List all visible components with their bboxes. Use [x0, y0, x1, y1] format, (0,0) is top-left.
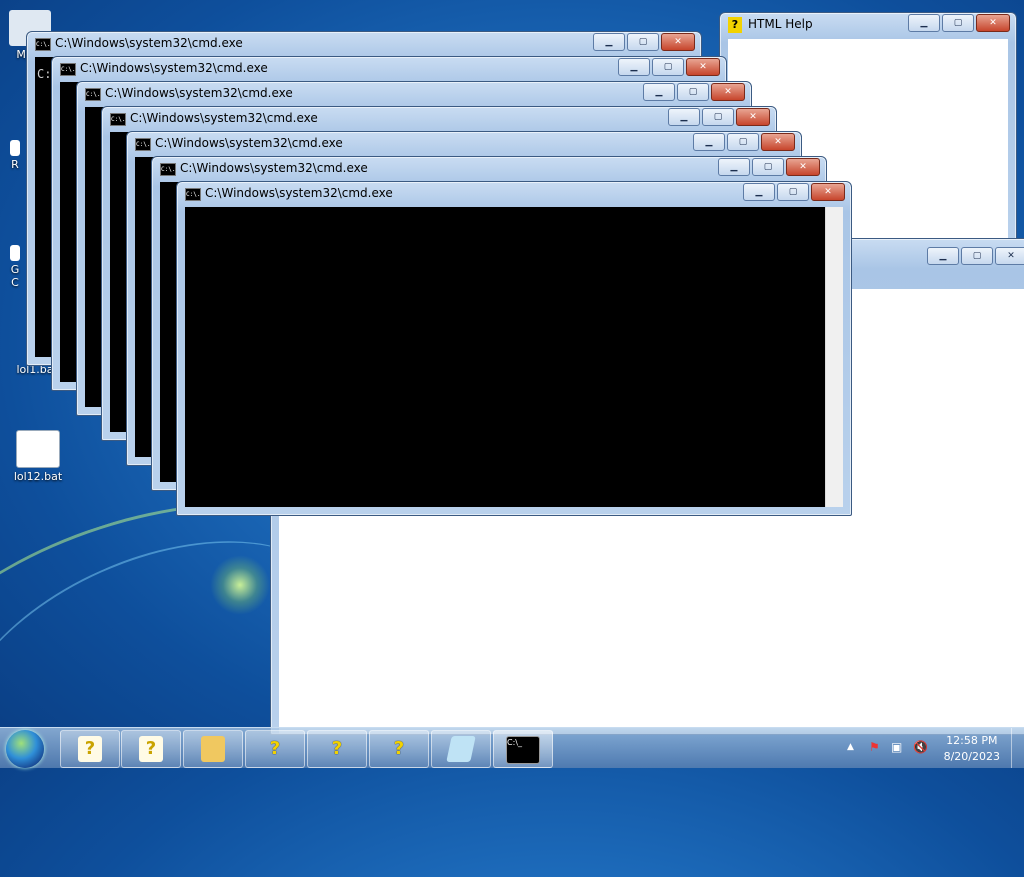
- desktop-icon-label: lol12.bat: [13, 470, 63, 483]
- start-button[interactable]: [6, 730, 44, 768]
- maximize-button[interactable]: ▢: [702, 108, 734, 126]
- window-title: C:\Windows\system32\cmd.exe: [205, 186, 393, 200]
- window-title: C:\Windows\system32\cmd.exe: [80, 61, 268, 75]
- batch-gear-icon: [16, 430, 60, 468]
- taskbar: ? ? ? ? ? C:\_ ▲ ⚑ ▣ 🔇 12:58 PM 8/20/202…: [0, 727, 1024, 768]
- cmd-titlebar[interactable]: C:\. C:\Windows\system32\cmd.exe ▁ ▢ ✕: [127, 132, 801, 156]
- minimize-button[interactable]: ▁: [593, 33, 625, 51]
- help-question-icon: ?: [331, 738, 343, 759]
- close-button[interactable]: ✕: [661, 33, 695, 51]
- wallpaper-glow: [210, 555, 270, 615]
- show-hidden-icons-icon[interactable]: ▲: [847, 742, 854, 752]
- desktop-icon-label: C: [11, 276, 19, 289]
- close-button[interactable]: ✕: [686, 58, 720, 76]
- help-question-icon: ?: [269, 738, 281, 759]
- maximize-button[interactable]: ▢: [627, 33, 659, 51]
- window-title: C:\Windows\system32\cmd.exe: [130, 111, 318, 125]
- desktop-icon-lol12[interactable]: lol12.bat: [8, 430, 68, 483]
- help-icon: ?: [728, 17, 742, 33]
- maximize-button[interactable]: ▢: [961, 247, 993, 265]
- help-file-icon: ?: [139, 736, 163, 762]
- cmd-window-7[interactable]: C:\. C:\Windows\system32\cmd.exe ▁ ▢ ✕: [176, 181, 852, 516]
- network-icon[interactable]: ▣: [891, 740, 902, 754]
- cmd-icon: C:\.: [110, 113, 126, 126]
- minimize-button[interactable]: ▁: [643, 83, 675, 101]
- cmd-icon: C:\.: [185, 188, 201, 201]
- console-prompt: C:: [37, 67, 52, 81]
- taskbar-button[interactable]: [431, 730, 491, 768]
- close-button[interactable]: ✕: [786, 158, 820, 176]
- help-file-icon: ?: [78, 736, 102, 762]
- help-question-icon: ?: [393, 738, 405, 759]
- maximize-button[interactable]: ▢: [752, 158, 784, 176]
- minimize-button[interactable]: ▁: [668, 108, 700, 126]
- close-button[interactable]: ✕: [811, 183, 845, 201]
- minimize-button[interactable]: ▁: [908, 14, 940, 32]
- window-title: C:\Windows\system32\cmd.exe: [55, 36, 243, 50]
- cmd-icon: C:\.: [35, 38, 51, 51]
- show-desktop-button[interactable]: [1011, 728, 1024, 768]
- close-button[interactable]: ✕: [995, 247, 1024, 265]
- clock-time: 12:58 PM: [946, 734, 998, 747]
- minimize-button[interactable]: ▁: [618, 58, 650, 76]
- shortcut-icon: [10, 245, 20, 261]
- window-title: C:\Windows\system32\cmd.exe: [180, 161, 368, 175]
- maximize-button[interactable]: ▢: [777, 183, 809, 201]
- minimize-button[interactable]: ▁: [927, 247, 959, 265]
- html-help-titlebar[interactable]: ? HTML Help ▁ ▢ ✕: [720, 13, 1016, 37]
- close-button[interactable]: ✕: [736, 108, 770, 126]
- cmd-titlebar[interactable]: C:\. C:\Windows\system32\cmd.exe ▁ ▢ ✕: [152, 157, 826, 181]
- action-center-icon[interactable]: ⚑: [869, 740, 880, 754]
- taskbar-button[interactable]: ?: [121, 730, 181, 768]
- desktop-icon-label: G: [10, 263, 20, 276]
- cmd-titlebar[interactable]: C:\. C:\Windows\system32\cmd.exe ▁ ▢ ✕: [52, 57, 726, 81]
- minimize-button[interactable]: ▁: [718, 158, 750, 176]
- cmd-icon: C:\.: [135, 138, 151, 151]
- desktop-icon-label: R: [11, 158, 19, 171]
- close-button[interactable]: ✕: [711, 83, 745, 101]
- taskbar-button[interactable]: [183, 730, 243, 768]
- clock-date: 8/20/2023: [943, 750, 1000, 763]
- file-explorer-icon: [201, 736, 225, 762]
- system-tray: ▲ ⚑ ▣ 🔇 12:58 PM 8/20/2023: [839, 728, 1024, 768]
- cmd-titlebar[interactable]: C:\. C:\Windows\system32\cmd.exe ▁ ▢ ✕: [77, 82, 751, 106]
- cmd-titlebar[interactable]: C:\. C:\Windows\system32\cmd.exe ▁ ▢ ✕: [27, 32, 701, 56]
- cmd-icon: C:\.: [85, 88, 101, 101]
- taskbar-button[interactable]: ?: [307, 730, 367, 768]
- console-area[interactable]: [185, 207, 843, 507]
- close-button[interactable]: ✕: [761, 133, 795, 151]
- taskbar-button[interactable]: ?: [245, 730, 305, 768]
- minimize-button[interactable]: ▁: [743, 183, 775, 201]
- clock[interactable]: 12:58 PM 8/20/2023: [944, 733, 1000, 765]
- notepad-icon: [446, 736, 476, 762]
- cmd-titlebar[interactable]: C:\. C:\Windows\system32\cmd.exe ▁ ▢ ✕: [102, 107, 776, 131]
- taskbar-button-active[interactable]: C:\_: [493, 730, 553, 768]
- maximize-button[interactable]: ▢: [677, 83, 709, 101]
- cmd-titlebar[interactable]: C:\. C:\Windows\system32\cmd.exe ▁ ▢ ✕: [177, 182, 851, 206]
- maximize-button[interactable]: ▢: [727, 133, 759, 151]
- cmd-icon: C:\.: [60, 63, 76, 76]
- close-button[interactable]: ✕: [976, 14, 1010, 32]
- taskbar-button[interactable]: ?: [369, 730, 429, 768]
- window-title: C:\Windows\system32\cmd.exe: [155, 136, 343, 150]
- window-title: C:\Windows\system32\cmd.exe: [105, 86, 293, 100]
- vertical-scrollbar[interactable]: [825, 207, 843, 507]
- window-title: HTML Help: [748, 17, 813, 31]
- minimize-button[interactable]: ▁: [693, 133, 725, 151]
- cmd-icon: C:\_: [506, 736, 540, 764]
- volume-muted-icon[interactable]: 🔇: [913, 740, 928, 754]
- taskbar-button[interactable]: ?: [60, 730, 120, 768]
- maximize-button[interactable]: ▢: [652, 58, 684, 76]
- shortcut-icon: [10, 140, 20, 156]
- cmd-icon: C:\.: [160, 163, 176, 176]
- maximize-button[interactable]: ▢: [942, 14, 974, 32]
